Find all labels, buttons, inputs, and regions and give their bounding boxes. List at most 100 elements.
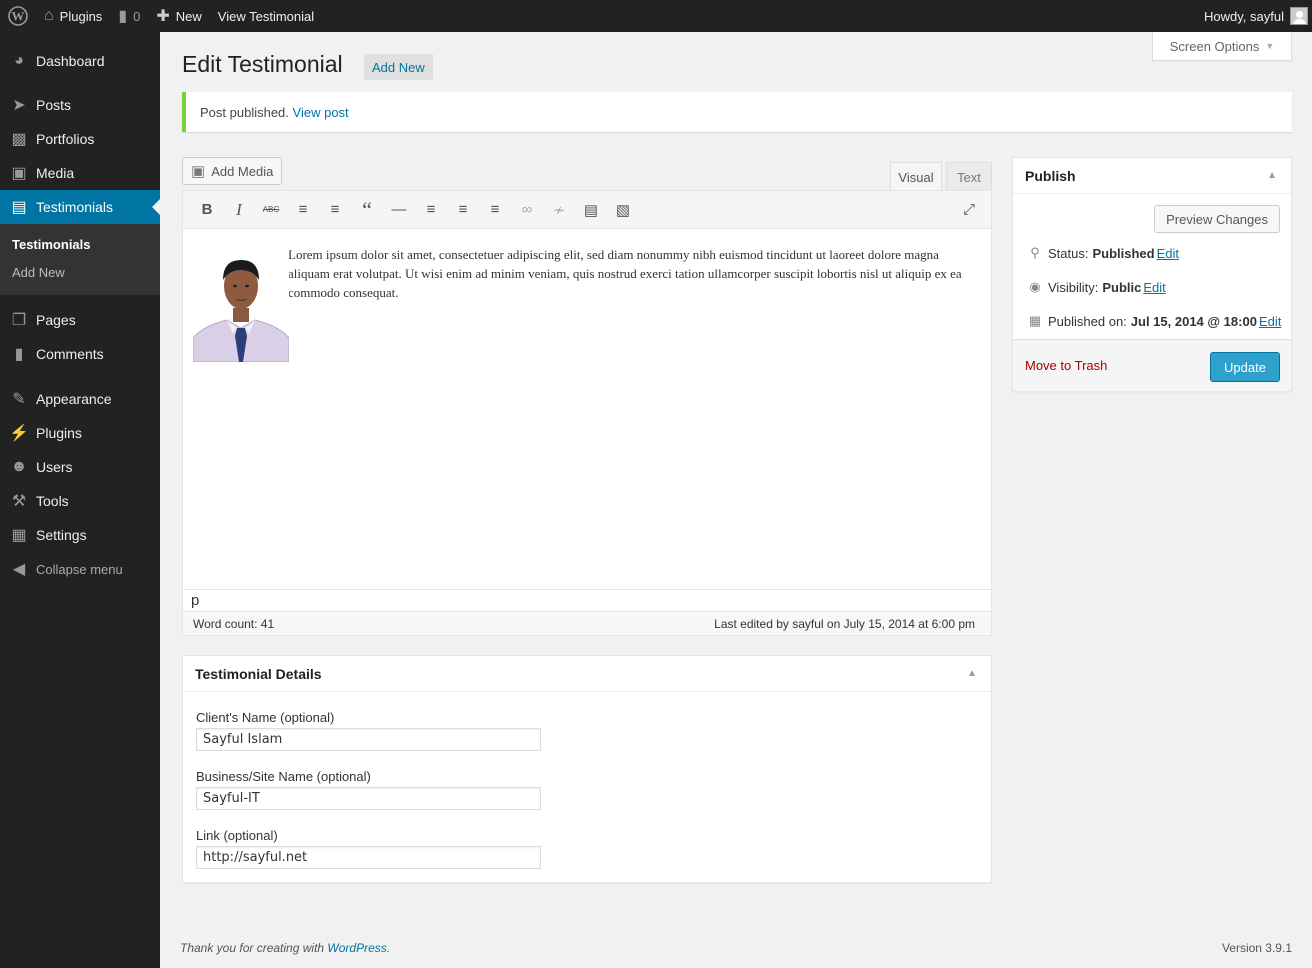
user-icon: ☻ <box>10 458 28 475</box>
sidebar-item-comments[interactable]: ▮ Comments <box>0 337 160 371</box>
sidebar-item-label: Media <box>36 165 75 181</box>
calendar-icon: ▦ <box>1028 313 1042 328</box>
publish-actions: Move to Trash Update <box>1013 339 1291 391</box>
edit-status-link[interactable]: Edit <box>1157 246 1179 261</box>
pin-icon: ⚲ <box>1030 245 1040 260</box>
pin-icon: ➤ <box>12 97 26 114</box>
avatar <box>1290 7 1308 25</box>
comment-icon: ▮ <box>14 346 24 363</box>
notice-text: Post published. <box>200 104 289 120</box>
view-testimonial-link[interactable]: View Testimonial <box>210 0 322 32</box>
sidebar-item-label: Dashboard <box>36 53 105 69</box>
add-new-button[interactable]: Add New <box>364 54 433 80</box>
visibility-value: Public <box>1102 279 1142 295</box>
sidebar-item-portfolios[interactable]: ▩ Portfolios <box>0 122 160 156</box>
sidebar-item-pages[interactable]: ❐ Pages <box>0 303 160 337</box>
tab-text[interactable]: Text <box>946 162 992 191</box>
status-value: Published <box>1092 245 1155 261</box>
read-more-icon[interactable]: ▤ <box>575 195 607 225</box>
add-media-label: Add Media <box>211 163 274 179</box>
numbered-list-icon[interactable]: ≡ <box>319 195 351 225</box>
align-right-icon[interactable]: ≡ <box>479 195 511 225</box>
sidebar-item-tools[interactable]: ⚒ Tools <box>0 484 160 518</box>
move-to-trash-link[interactable]: Move to Trash <box>1025 358 1107 373</box>
admin-sidebar: ◕ Dashboard ➤ Posts ▩ Portfolios ▣ Media… <box>0 32 160 968</box>
comments-link[interactable]: ▮ 0 <box>110 0 148 32</box>
bold-icon[interactable]: B <box>191 195 223 225</box>
sidebar-item-settings[interactable]: ▦ Settings <box>0 518 160 552</box>
screen-options-button[interactable]: Screen Options ▼ <box>1152 32 1292 61</box>
link-input[interactable]: http://sayful.net <box>196 846 541 869</box>
editor-content[interactable]: Lorem ipsum dolor sit amet, consectetuer… <box>183 229 991 589</box>
publish-title: Publish <box>1025 167 1076 184</box>
published-on-value: Jul 15, 2014 @ 18:00 <box>1130 313 1257 329</box>
sidebar-item-testimonials[interactable]: ▤ Testimonials <box>0 190 160 224</box>
sidebar-item-media[interactable]: ▣ Media <box>0 156 160 190</box>
brush-icon: ✎ <box>12 391 26 408</box>
align-left-icon[interactable]: ≡ <box>415 195 447 225</box>
add-media-button[interactable]: ▣ Add Media <box>182 157 283 185</box>
sidebar-item-dashboard[interactable]: ◕ Dashboard <box>0 44 160 78</box>
blockquote-icon[interactable]: “ <box>351 195 383 225</box>
client-photo <box>193 246 289 362</box>
editor-toolbar: B I ABC ≡ ≡ “ — ≡ ≡ ≡ ∞ ≁ ▤ ▧ ⤢ <box>183 191 991 229</box>
plus-icon: ✚ <box>156 8 170 25</box>
sidebar-item-plugins[interactable]: ⚡ Plugins <box>0 416 160 450</box>
settings-icon: ▦ <box>11 527 27 544</box>
pages-icon: ❐ <box>11 312 27 329</box>
plugin-icon: ⚡ <box>9 425 29 442</box>
sidebar-item-label: Appearance <box>36 391 112 407</box>
bullet-list-icon[interactable]: ≡ <box>287 195 319 225</box>
howdy-text: Howdy, sayful <box>1204 8 1284 24</box>
collapse-arrow-icon[interactable]: ▲ <box>967 668 977 679</box>
sidebar-item-label: Testimonials <box>36 199 114 215</box>
client-name-input[interactable]: Sayful Islam <box>196 728 541 751</box>
site-name-link[interactable]: ⌂ Plugins <box>36 0 110 32</box>
italic-icon[interactable]: I <box>223 195 255 225</box>
submenu-item-add-new[interactable]: Add New <box>0 259 160 287</box>
footer-thanks: Thank you for creating with <box>180 941 325 955</box>
new-content-link[interactable]: ✚ New <box>148 0 209 32</box>
submenu-item-testimonials[interactable]: Testimonials <box>0 231 160 259</box>
last-edited: Last edited by sayful on July 15, 2014 a… <box>714 616 975 631</box>
publish-box: Publish ▲ Preview Changes ⚲ Status: Publ… <box>1012 157 1292 392</box>
strikethrough-icon[interactable]: ABC <box>255 195 287 225</box>
wordpress-logo-icon[interactable]: W <box>0 0 36 32</box>
dashboard-icon: ◕ <box>14 52 24 69</box>
status-row: ⚲ Status: Published Edit <box>1025 245 1179 261</box>
align-center-icon[interactable]: ≡ <box>447 195 479 225</box>
testimonial-details-header[interactable]: Testimonial Details ▲ <box>183 656 991 692</box>
edit-visibility-link[interactable]: Edit <box>1143 280 1165 295</box>
published-on-row: ▦ Published on: Jul 15, 2014 @ 18:00 Edi… <box>1025 313 1282 329</box>
business-name-input[interactable]: Sayful-IT <box>196 787 541 810</box>
sidebar-item-posts[interactable]: ➤ Posts <box>0 88 160 122</box>
preview-changes-button[interactable]: Preview Changes <box>1154 205 1280 233</box>
tab-visual[interactable]: Visual <box>890 162 942 191</box>
comment-bubble-icon: ▮ <box>118 8 128 25</box>
link-icon[interactable]: ∞ <box>511 195 543 225</box>
published-notice: Post published. View post <box>182 92 1292 132</box>
sidebar-item-label: Settings <box>36 527 87 543</box>
wordpress-link[interactable]: WordPress <box>327 941 386 955</box>
media-icon: ▣ <box>11 165 27 182</box>
sidebar-item-appearance[interactable]: ✎ Appearance <box>0 382 160 416</box>
collapse-menu-button[interactable]: ◀ Collapse menu <box>0 552 160 586</box>
wrench-icon: ⚒ <box>11 493 27 510</box>
horizontal-rule-icon[interactable]: — <box>383 195 415 225</box>
edit-date-link[interactable]: Edit <box>1259 314 1281 329</box>
collapse-arrow-icon: ◀ <box>12 561 26 578</box>
chevron-down-icon: ▼ <box>1265 41 1275 51</box>
testimonials-submenu: Testimonials Add New <box>0 224 160 295</box>
toolbar-toggle-icon[interactable]: ▧ <box>607 195 639 225</box>
publish-header[interactable]: Publish ▲ <box>1013 158 1291 194</box>
link-label: Link (optional) <box>196 828 278 843</box>
view-post-link[interactable]: View post <box>293 105 349 120</box>
unlink-icon[interactable]: ≁ <box>543 195 575 225</box>
sidebar-item-users[interactable]: ☻ Users <box>0 450 160 484</box>
fullscreen-icon[interactable]: ⤢ <box>953 195 985 225</box>
update-button[interactable]: Update <box>1210 352 1280 382</box>
account-menu[interactable]: Howdy, sayful <box>1196 0 1312 32</box>
collapse-arrow-icon[interactable]: ▲ <box>1267 170 1277 181</box>
client-name-label: Client's Name (optional) <box>196 710 335 725</box>
folder-icon: ▩ <box>11 131 27 148</box>
